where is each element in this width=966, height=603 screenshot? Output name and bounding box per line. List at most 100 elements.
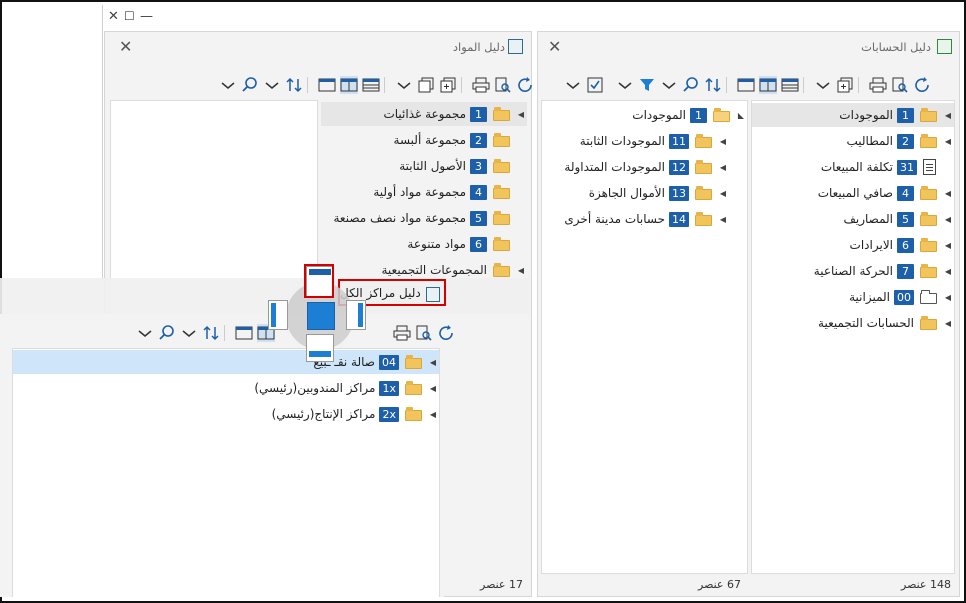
layout-single-icon[interactable] xyxy=(737,76,755,94)
search-icon[interactable] xyxy=(241,76,259,94)
window-border xyxy=(102,5,103,280)
dragged-panel-header[interactable]: دليل مراكز الكل xyxy=(0,278,530,314)
layout-split-icon[interactable] xyxy=(759,76,777,94)
folder-icon xyxy=(695,160,713,174)
filter-icon[interactable] xyxy=(638,76,656,94)
tree-item[interactable]: ◀ 1 مجموعة غذائيات xyxy=(321,102,527,126)
tree-item[interactable]: ◀ 13 الأموال الجاهزة xyxy=(589,181,729,205)
tree-item[interactable]: ◀ 1x مراكز المندوبين(رئيسي) xyxy=(254,376,439,400)
folder-icon xyxy=(920,134,938,148)
open-folder-icon xyxy=(713,108,731,122)
maximize-window-icon[interactable]: ☐ xyxy=(124,9,135,23)
search-icon[interactable] xyxy=(158,324,176,342)
print-icon[interactable] xyxy=(393,324,411,342)
chevron-down-icon[interactable] xyxy=(136,324,154,342)
dock-bottom-target[interactable] xyxy=(306,334,334,362)
accounts-count: 148 عنصر xyxy=(901,578,951,591)
print-icon[interactable] xyxy=(869,76,887,94)
tree-item[interactable]: ◀ 5 المصاريف xyxy=(843,207,954,231)
print-preview-icon[interactable] xyxy=(415,324,433,342)
layout-rows-icon[interactable] xyxy=(362,76,380,94)
folder-icon xyxy=(405,381,423,395)
dock-left-target[interactable] xyxy=(268,300,288,330)
chevron-down-icon[interactable] xyxy=(564,76,582,94)
tree-item[interactable]: 4 مجموعة مواد أولية xyxy=(373,180,527,204)
chevron-down-icon[interactable] xyxy=(660,76,678,94)
folder-icon xyxy=(493,211,511,225)
dock-right-target[interactable] xyxy=(346,300,366,330)
folder-icon xyxy=(405,355,423,369)
tree-item[interactable]: 31 تكلفة المبيعات xyxy=(821,155,954,179)
folder-icon xyxy=(920,316,938,330)
refresh-icon[interactable] xyxy=(516,76,534,94)
tree-item[interactable]: ◀ 7 الحركة الصناعية xyxy=(814,259,954,283)
sort-icon[interactable] xyxy=(704,76,722,94)
highlight-dock-top xyxy=(304,264,334,298)
folder-icon xyxy=(493,133,511,147)
layout-rows-icon[interactable] xyxy=(781,76,799,94)
folder-icon xyxy=(920,264,938,278)
folder-icon xyxy=(695,186,713,200)
collapse-all-icon[interactable] xyxy=(417,76,435,94)
chevron-down-icon[interactable] xyxy=(616,76,634,94)
expand-all-icon[interactable] xyxy=(836,76,854,94)
tree-item[interactable]: ◀ 00 الميزانية xyxy=(849,285,954,309)
expand-all-icon[interactable] xyxy=(439,76,457,94)
close-materials-icon[interactable]: ✕ xyxy=(119,39,132,55)
tree-item[interactable]: ◀ 2 المطاليب xyxy=(847,129,955,153)
accounts-toolbar xyxy=(564,74,931,96)
accounts-title: دليل الحسابات xyxy=(861,40,931,54)
folder-icon xyxy=(493,159,511,173)
materials-window-icon xyxy=(508,39,523,54)
layout-single-icon[interactable] xyxy=(235,324,253,342)
accounts-sub-count: 67 عنصر xyxy=(698,578,741,591)
close-accounts-icon[interactable]: ✕ xyxy=(548,39,561,55)
layout-split-icon[interactable] xyxy=(340,76,358,94)
chevron-down-icon[interactable] xyxy=(219,76,237,94)
materials-count: 17 عنصر xyxy=(480,578,523,591)
print-icon[interactable] xyxy=(472,76,490,94)
chevron-down-icon[interactable] xyxy=(180,324,198,342)
tree-item[interactable]: ◀ 4 صافي المبيعات xyxy=(818,181,954,205)
folder-icon xyxy=(695,134,713,148)
sort-icon[interactable] xyxy=(285,76,303,94)
tree-item[interactable]: ◀ 2x مراكز الإنتاج(رئيسي) xyxy=(272,402,439,426)
layout-single-icon[interactable] xyxy=(318,76,336,94)
tree-item[interactable]: 3 الأصول الثابتة xyxy=(399,154,527,178)
close-window-icon[interactable]: ✕ xyxy=(108,9,119,24)
checkbox-icon[interactable] xyxy=(586,76,604,94)
minimize-window-icon[interactable]: — xyxy=(140,9,153,24)
empty-folder-icon xyxy=(920,290,938,304)
tree-item[interactable]: 5 مجموعة مواد نصف مصنعة xyxy=(334,206,528,230)
print-preview-icon[interactable] xyxy=(891,76,909,94)
accounts-tree: ◀ 1 الموجودات ◀ 2 المطاليب 31 تكلفة المبيعات … xyxy=(751,100,955,574)
chevron-down-icon[interactable] xyxy=(395,76,413,94)
tree-item[interactable]: ◀ 1 الموجودات xyxy=(752,103,954,127)
tree-item[interactable]: ◣ 1 الموجودات xyxy=(632,103,747,127)
sort-icon[interactable] xyxy=(202,324,220,342)
tree-item[interactable]: ◀ 14 حسابات مدينة أخرى xyxy=(564,207,729,231)
print-preview-icon[interactable] xyxy=(494,76,512,94)
refresh-icon[interactable] xyxy=(437,324,455,342)
tree-item[interactable]: ◀ 04 صالة نقـ ـبيع xyxy=(13,350,439,374)
folder-icon xyxy=(920,212,938,226)
chevron-down-icon[interactable] xyxy=(263,76,281,94)
folder-icon xyxy=(920,238,938,252)
chevron-down-icon[interactable] xyxy=(814,76,832,94)
costcenters-panel: ◀ 04 صالة نقـ ـبيع ◀ 1x مراكز المندوبين(رئيس… xyxy=(0,314,453,597)
tree-item[interactable]: ◀ 6 الايرادات xyxy=(850,233,954,257)
tree-item[interactable]: 6 مواد متنوعة xyxy=(407,232,527,256)
dock-center-target[interactable] xyxy=(307,302,335,330)
folder-icon xyxy=(493,237,511,251)
document-icon xyxy=(923,159,936,175)
search-icon[interactable] xyxy=(682,76,700,94)
tree-item[interactable]: ◀ الحسابات التجميعية xyxy=(818,311,954,335)
materials-toolbar xyxy=(219,74,534,96)
folder-icon xyxy=(405,407,423,421)
folder-icon xyxy=(493,107,511,121)
folder-icon xyxy=(493,185,511,199)
refresh-icon[interactable] xyxy=(913,76,931,94)
tree-item[interactable]: ◀ 11 الموجودات الثابتة xyxy=(580,129,729,153)
tree-item[interactable]: 2 مجموعة ألبسة xyxy=(394,128,527,152)
tree-item[interactable]: ◀ 12 الموجودات المتداولة xyxy=(564,155,729,179)
